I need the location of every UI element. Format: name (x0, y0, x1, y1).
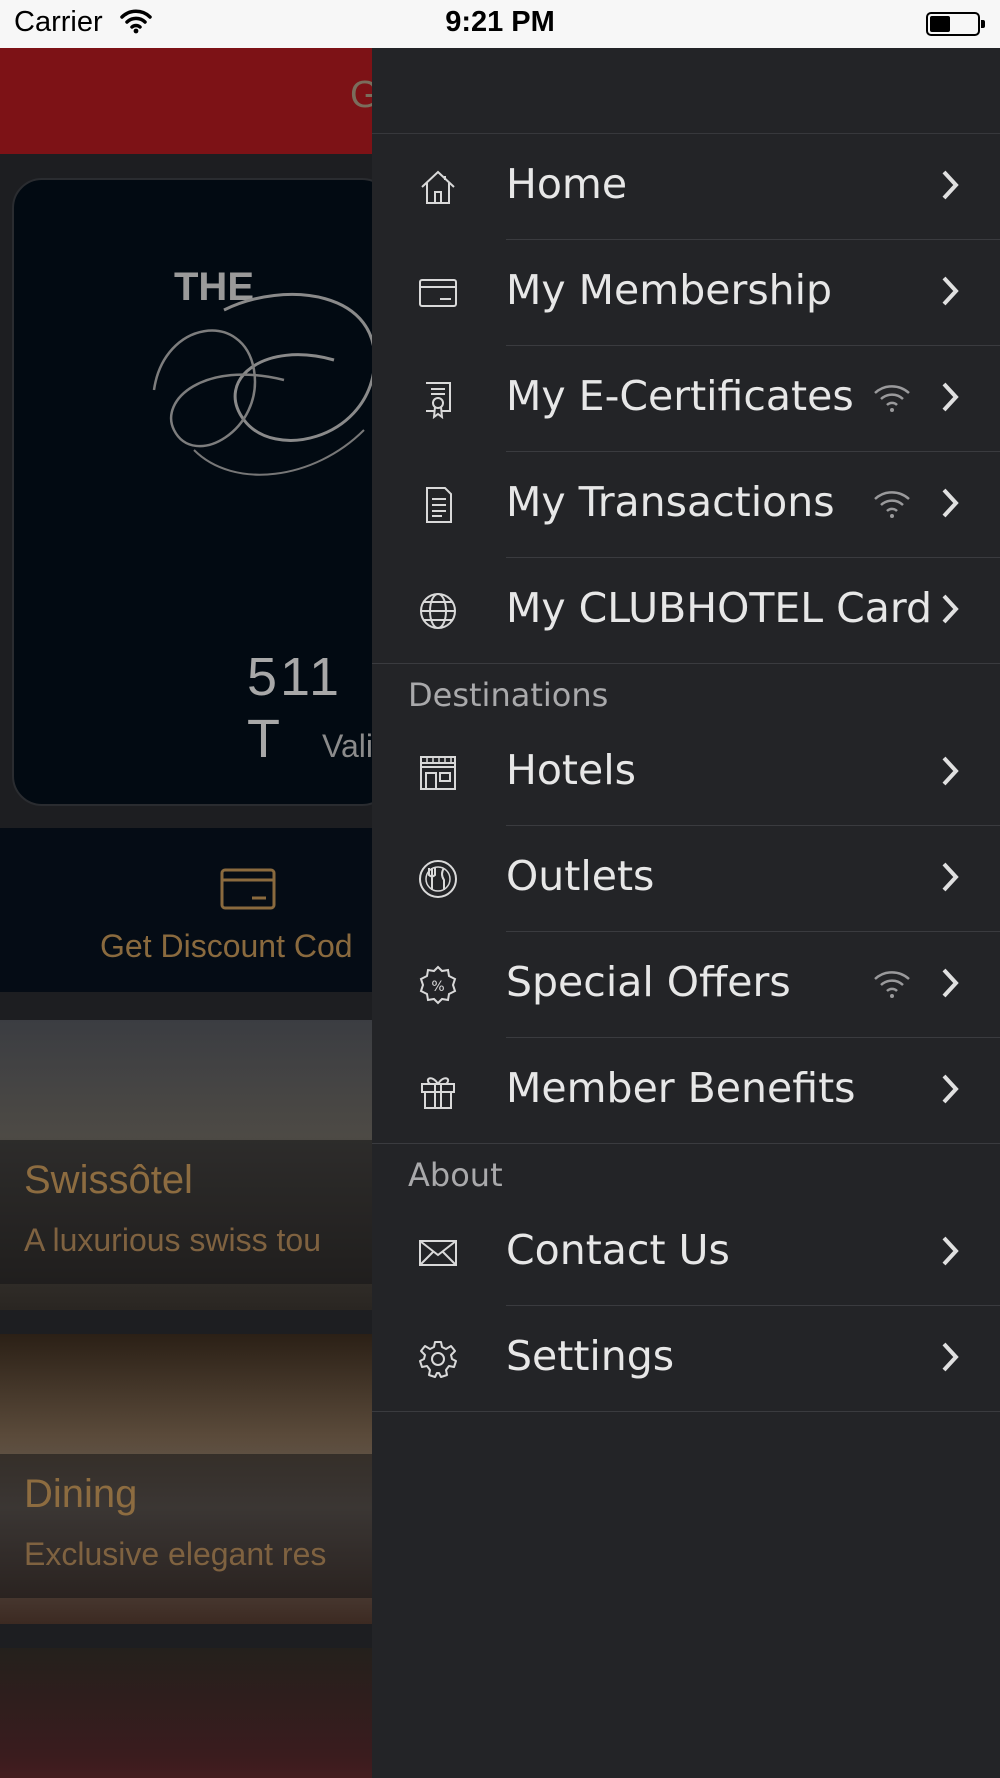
chevron-right-icon (942, 968, 959, 998)
menu-item-my-transactions[interactable]: My Transactions (372, 452, 1000, 558)
gear-icon (419, 1341, 457, 1378)
menu-label: My CLUBHOTEL Card (506, 584, 933, 632)
promo-card-food[interactable] (0, 1648, 372, 1778)
menu-label: Home (506, 160, 628, 208)
section-header-destinations: Destinations (372, 664, 1000, 720)
discount-code-button[interactable]: Get Discount Cod (0, 828, 372, 992)
chevron-right-icon (942, 862, 959, 892)
receipt-icon (426, 487, 452, 523)
menu-label: Hotels (506, 746, 636, 794)
navigation-drawer: Home My Membership My E-Certificates My … (372, 48, 1000, 1778)
chevron-right-icon (942, 488, 959, 518)
globe-icon (420, 593, 456, 629)
section-header-label: About (408, 1156, 503, 1194)
clock: 9:21 PM (445, 6, 555, 38)
chevron-right-icon (942, 1074, 959, 1104)
menu-item-contact-us[interactable]: Contact Us (372, 1200, 1000, 1306)
menu-item-my-e-certificates[interactable]: My E-Certificates (372, 346, 1000, 452)
home-icon (421, 170, 455, 204)
card-valid-label: Vali (322, 728, 372, 764)
wifi-icon (874, 971, 910, 998)
app-header: G (0, 48, 372, 154)
section-header-about: About (372, 1144, 1000, 1200)
chevron-right-icon (942, 1342, 959, 1372)
chevron-right-icon (942, 276, 959, 306)
menu-label: Member Benefits (506, 1064, 856, 1112)
status-bar: Carrier 9:21 PM (0, 0, 1000, 48)
promo-title: Swissôtel (24, 1158, 193, 1202)
chevron-right-icon (942, 1236, 959, 1266)
wifi-icon (874, 385, 910, 412)
envelope-icon (419, 1240, 457, 1266)
menu-item-home[interactable]: Home (372, 134, 1000, 240)
chevron-right-icon (942, 170, 959, 200)
discount-badge-icon: % (419, 965, 457, 1005)
dining-icon (419, 860, 457, 898)
card-logo: THE (152, 265, 372, 476)
menu-item-my-membership[interactable]: My Membership (372, 240, 1000, 346)
chevron-right-icon (942, 594, 959, 624)
membership-card[interactable]: THE 511 T Vali (12, 178, 372, 806)
drawer-header (372, 48, 1000, 134)
menu-label: Contact Us (506, 1226, 730, 1274)
card-icon (419, 279, 457, 307)
discount-code-label: Get Discount Cod (100, 928, 353, 964)
promo-card-swissotel[interactable]: Swissôtel A luxurious swiss tou (0, 1020, 372, 1310)
promo-subtitle: A luxurious swiss tou (24, 1222, 322, 1258)
menu-item-special-offers[interactable]: % Special Offers (372, 932, 1000, 1038)
wifi-icon (874, 491, 910, 518)
menu-item-outlets[interactable]: Outlets (372, 826, 1000, 932)
background-app: G THE 511 T Vali Get Discount Cod Swissô… (0, 48, 372, 1778)
menu-item-settings[interactable]: Settings (372, 1306, 1000, 1412)
svg-text:%: % (431, 979, 444, 995)
promo-subtitle: Exclusive elegant res (24, 1536, 327, 1572)
section-header-label: Destinations (408, 676, 609, 714)
menu-label: My Transactions (506, 478, 835, 526)
chevron-right-icon (942, 756, 959, 786)
chevron-right-icon (942, 382, 959, 412)
gift-icon (421, 1077, 455, 1109)
promo-card-dining[interactable]: Dining Exclusive elegant res (0, 1334, 372, 1624)
menu-item-my-clubhotel-card[interactable]: My CLUBHOTEL Card (372, 558, 1000, 664)
promo-title: Dining (24, 1472, 138, 1516)
menu-item-hotels[interactable]: Hotels (372, 720, 1000, 826)
menu-label: Outlets (506, 852, 655, 900)
menu-item-member-benefits[interactable]: Member Benefits (372, 1038, 1000, 1144)
battery-icon (926, 12, 985, 36)
certificate-icon (426, 382, 451, 419)
menu-label: My Membership (506, 266, 833, 314)
menu-label: Settings (506, 1332, 675, 1380)
menu-label: My E-Certificates (506, 372, 854, 420)
menu-label: Special Offers (506, 958, 791, 1006)
hotel-icon (420, 756, 456, 790)
card-icon (220, 868, 276, 910)
app-header-title: G (350, 74, 372, 116)
